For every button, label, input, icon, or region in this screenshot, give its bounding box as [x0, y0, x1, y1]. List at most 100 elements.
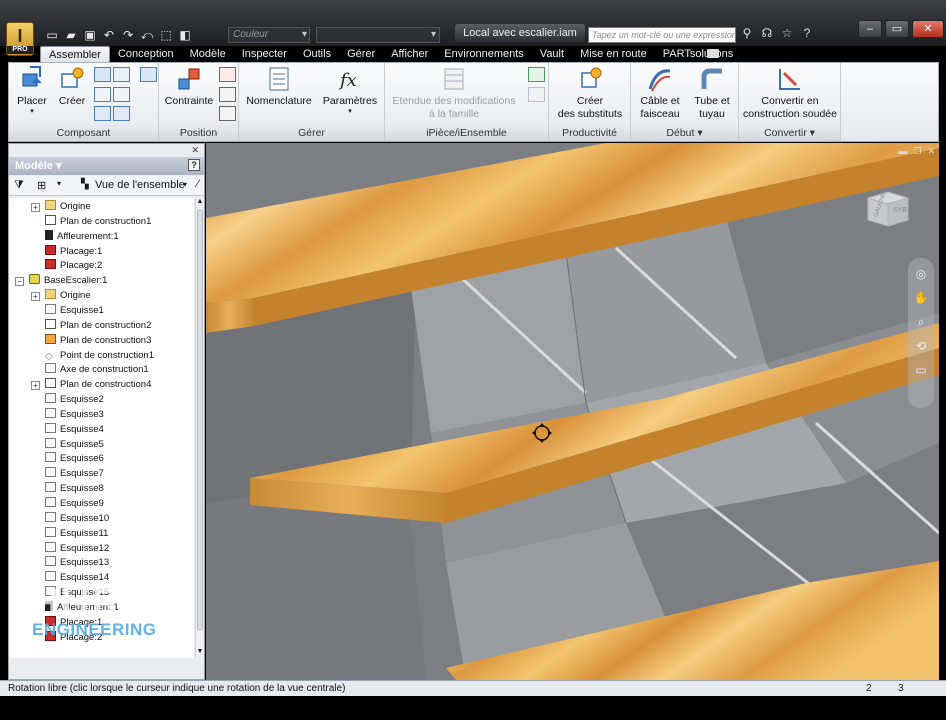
pin-icon[interactable]: ⁄: [197, 178, 199, 190]
tree-scrollbar[interactable]: ▲ ▼: [195, 198, 204, 658]
substitute-icon[interactable]: [113, 87, 130, 102]
subscription-icon[interactable]: ☊: [760, 26, 774, 40]
stair-3d-model[interactable]: [206, 143, 939, 680]
grip-snap-icon[interactable]: [140, 67, 157, 82]
favorites-star-icon[interactable]: ☆: [780, 26, 794, 40]
minimize-icon[interactable]: ▬: [898, 146, 907, 157]
parametres-button[interactable]: fx Paramètres ▾: [319, 65, 381, 115]
tab-environnements[interactable]: Environnements: [436, 46, 532, 62]
chevron-down-icon[interactable]: ▾: [57, 179, 61, 188]
tab-partsolutions[interactable]: PARTsolutions: [655, 46, 742, 62]
look-at-icon[interactable]: ▭: [913, 362, 929, 378]
return-icon[interactable]: ⤺: [139, 27, 155, 43]
tree-node[interactable]: Axe de construction1: [45, 363, 149, 377]
tree-node[interactable]: Esquisse8: [45, 482, 104, 496]
tree-expander-icon[interactable]: −: [15, 277, 24, 287]
tab-g-rer[interactable]: Gérer: [339, 46, 383, 62]
close-button[interactable]: ✕: [912, 20, 944, 38]
steering-wheel-icon[interactable]: ◎: [913, 266, 929, 282]
tab-outils[interactable]: Outils: [295, 46, 339, 62]
minimize-button[interactable]: –: [858, 20, 882, 38]
verify-icon[interactable]: [528, 87, 545, 102]
convertir-soudee-button[interactable]: Convertir en construction soudée: [741, 65, 839, 121]
browser-header[interactable]: Modèle ▾ ?: [9, 157, 204, 175]
tree-node[interactable]: Esquisse3: [45, 407, 104, 422]
tab-overflow-icon[interactable]: [707, 49, 719, 58]
tab-inspecter[interactable]: Inspecter: [234, 46, 295, 62]
tree-node[interactable]: Esquisse13: [45, 556, 109, 570]
panel-title-convertir[interactable]: Convertir ▾: [739, 125, 840, 141]
tree-node[interactable]: Esquisse7: [45, 467, 104, 481]
browser-view-select[interactable]: Vue de l'ensemble: [95, 179, 185, 191]
undo-icon[interactable]: ↶: [101, 27, 117, 43]
save-icon[interactable]: ▣: [82, 27, 98, 43]
tab-assembler[interactable]: Assembler: [40, 46, 110, 62]
viewcube[interactable]: GAUCHE SYB: [864, 188, 912, 228]
placer-button[interactable]: Placer ▾: [15, 65, 49, 115]
binoculars-icon[interactable]: ⚲: [740, 26, 754, 40]
tree-node[interactable]: BaseEscalier:1: [29, 274, 107, 288]
new-file-icon[interactable]: ▭: [44, 27, 60, 43]
maximize-button[interactable]: ▭: [885, 20, 909, 38]
tree-node[interactable]: Plan de construction2: [45, 318, 151, 333]
panel-title-debut[interactable]: Début ▾: [631, 125, 738, 141]
creer-substituts-button[interactable]: Créer des substituts: [553, 65, 627, 121]
tree-expander-icon[interactable]: +: [31, 381, 40, 391]
restore-icon[interactable]: ❐: [913, 146, 921, 157]
close-icon[interactable]: ✕: [927, 146, 935, 157]
replace-icon[interactable]: [113, 106, 130, 121]
help-search-input[interactable]: Tapez un mot-clé ou une expression: [588, 27, 736, 43]
tab-afficher[interactable]: Afficher: [383, 46, 436, 62]
tree-node[interactable]: Plan de construction4: [45, 378, 151, 392]
orbit-icon[interactable]: ⟲: [913, 338, 929, 354]
tree-node[interactable]: Esquisse12: [45, 541, 109, 556]
tree-expander-icon[interactable]: +: [31, 292, 40, 302]
zoom-icon[interactable]: ⌕: [913, 314, 929, 330]
open-folder-icon[interactable]: ▰: [63, 27, 79, 43]
tree-node[interactable]: Affleurement:1: [45, 229, 119, 244]
select-icon[interactable]: ⬚: [158, 27, 174, 43]
rotate-icon[interactable]: [219, 106, 236, 121]
move-icon[interactable]: [219, 87, 236, 102]
tree-node[interactable]: Esquisse4: [45, 422, 104, 437]
tree-node[interactable]: Origine: [45, 289, 91, 303]
shrinkwrap-icon[interactable]: [94, 106, 111, 121]
close-icon[interactable]: ✕: [191, 145, 199, 156]
tab-mod-le[interactable]: Modèle: [182, 46, 234, 62]
contrainte-button[interactable]: Contrainte: [163, 65, 215, 108]
tree-node[interactable]: Plan de construction3: [45, 333, 151, 348]
etendue-modifications-button[interactable]: Etendue des modifications à la famille: [389, 65, 519, 121]
creer-button[interactable]: Créer: [55, 65, 89, 108]
tab-conception[interactable]: Conception: [110, 46, 182, 62]
tree-expander-icon[interactable]: +: [31, 203, 40, 212]
pattern-icon[interactable]: [94, 67, 111, 82]
tube-tuyau-button[interactable]: Tube et tuyau: [689, 65, 735, 121]
tree-node[interactable]: Placage:1: [45, 244, 102, 259]
tab-vault[interactable]: Vault: [532, 46, 572, 62]
tree-node[interactable]: Plan de construction1: [45, 214, 151, 229]
graphics-viewport[interactable]: ▬ ❐ ✕ GAUCHE SYB ◎ ✋ ⌕ ⟲ ▭: [206, 143, 939, 680]
assemble-icon[interactable]: [219, 67, 236, 82]
nomenclature-button[interactable]: Nomenclature: [243, 65, 315, 108]
scrollbar-thumb[interactable]: [197, 210, 203, 630]
design-view-select[interactable]: ▾: [316, 27, 440, 43]
color-override-select[interactable]: Couleur ▾: [228, 27, 310, 43]
redo-icon[interactable]: ↷: [120, 27, 136, 43]
tree-node[interactable]: Esquisse11: [45, 526, 108, 541]
hierarchy-icon[interactable]: ⊞: [37, 179, 46, 192]
mirror-icon[interactable]: [94, 87, 111, 102]
chevron-down-icon[interactable]: ▾: [183, 180, 187, 189]
tree-node[interactable]: Esquisse5: [45, 437, 104, 452]
tab-mise-en-route[interactable]: Mise en route: [572, 46, 655, 62]
filter-icon[interactable]: ⧩: [14, 179, 24, 192]
tree-node[interactable]: ◇ Point de construction1: [45, 349, 154, 363]
tree-node[interactable]: Esquisse10: [45, 511, 109, 526]
cable-faisceau-button[interactable]: Câble et faisceau: [635, 65, 685, 121]
tree-node[interactable]: Placage:2: [45, 259, 102, 273]
create-ipart-icon[interactable]: [528, 67, 545, 82]
project-icon[interactable]: ◧: [177, 27, 193, 43]
help-icon[interactable]: ?: [800, 26, 814, 40]
application-menu-button[interactable]: I PRO: [6, 22, 34, 56]
tree-node[interactable]: Esquisse1: [45, 303, 104, 318]
tree-node[interactable]: Esquisse9: [45, 497, 104, 511]
